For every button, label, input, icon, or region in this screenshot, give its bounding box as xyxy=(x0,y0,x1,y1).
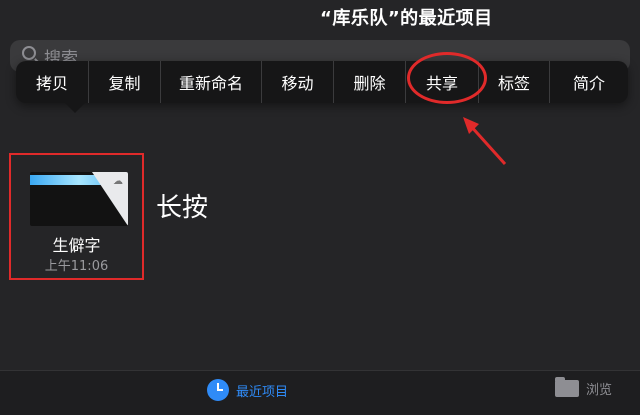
menu-item-copy[interactable]: 拷贝 xyxy=(16,61,89,103)
share-highlight-circle xyxy=(407,52,487,104)
tab-browse[interactable]: 浏览 xyxy=(555,377,613,398)
tab-browse-label: 浏览 xyxy=(586,383,613,398)
file-thumbnail[interactable]: ☁ xyxy=(30,172,128,226)
file-timestamp: 上午11:06 xyxy=(44,259,109,274)
menu-item-delete[interactable]: 删除 xyxy=(334,61,406,103)
menu-item-move[interactable]: 移动 xyxy=(262,61,334,103)
tab-recent[interactable]: 最近项目 xyxy=(207,379,288,401)
menu-item-tags[interactable]: 标签 xyxy=(479,61,550,103)
menu-item-duplicate[interactable]: 复制 xyxy=(89,61,161,103)
menu-item-rename[interactable]: 重新命名 xyxy=(161,61,262,103)
menu-item-info[interactable]: 简介 xyxy=(550,61,628,103)
tab-bar: 最近项目 浏览 xyxy=(0,370,640,415)
tab-recent-label: 最近项目 xyxy=(236,384,289,400)
clock-icon xyxy=(207,379,229,401)
page-title: “库乐队”的最近项目 xyxy=(320,8,493,29)
context-menu: 拷贝 复制 重新命名 移动 删除 共享 标签 简介 xyxy=(16,61,628,103)
folder-icon xyxy=(555,377,579,397)
menu-pointer xyxy=(64,102,86,113)
long-press-annotation: 长按 xyxy=(156,193,209,223)
cloud-icon: ☁ xyxy=(113,176,123,187)
search-icon xyxy=(22,46,36,60)
file-name[interactable]: 生僻字 xyxy=(9,232,144,256)
annotation-arrow-icon xyxy=(463,117,507,166)
